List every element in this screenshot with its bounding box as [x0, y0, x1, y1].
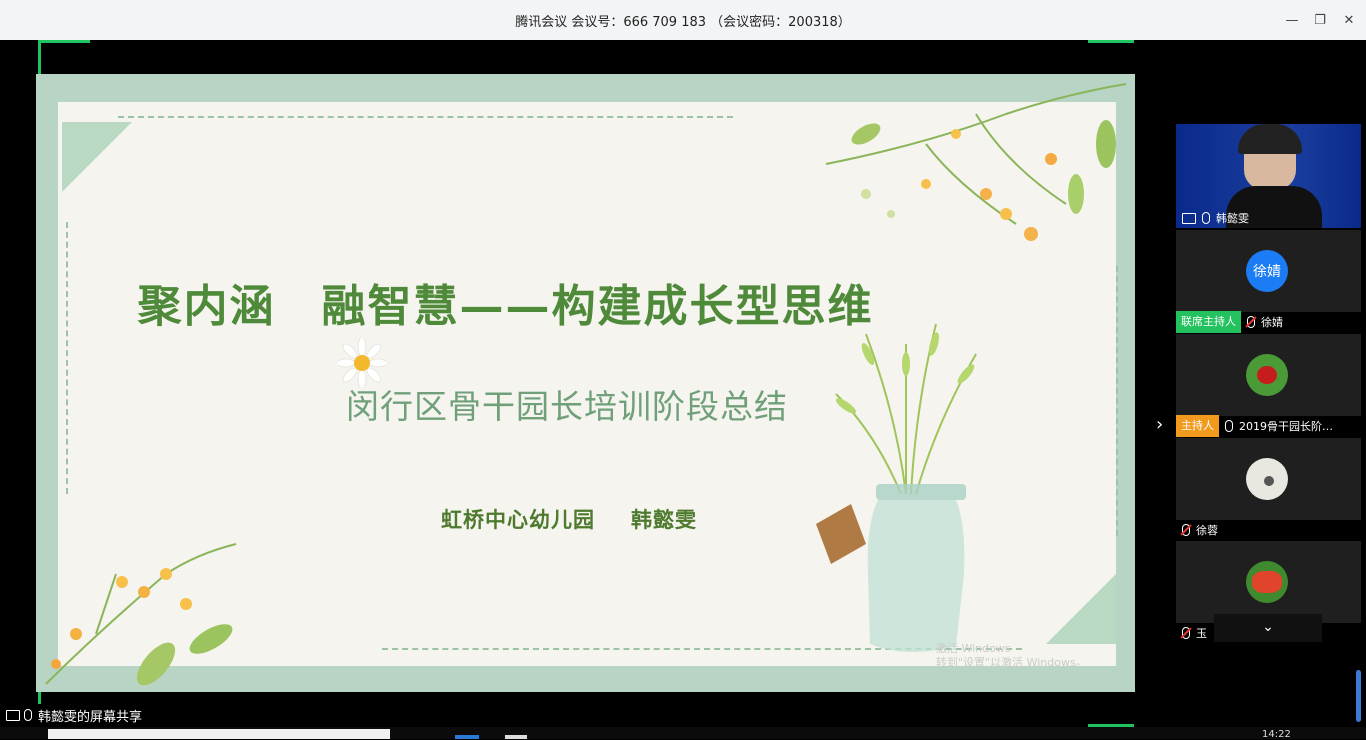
slide-subtitle: 闵行区骨干园长培训阶段总结 — [346, 387, 788, 426]
participant-namebar: 联席主持人 徐婧 — [1176, 311, 1361, 333]
restore-icon[interactable]: ❐ — [1310, 10, 1330, 30]
author-name: 韩懿雯 — [631, 507, 697, 532]
cherry-avatar-image — [1257, 366, 1277, 384]
participant-name: 徐婧 — [1261, 316, 1283, 329]
participant-tile[interactable] — [1176, 541, 1361, 623]
share-frame-corner — [38, 40, 90, 43]
taskbar-app-icon[interactable] — [455, 735, 479, 739]
taskbar-search-box[interactable] — [48, 729, 390, 739]
avatar — [1246, 561, 1288, 603]
participant-name: 韩懿雯 — [1216, 212, 1249, 225]
corner-triangle-decoration — [62, 122, 132, 192]
floral-branch-decoration — [825, 83, 1127, 241]
minimize-icon[interactable]: — — [1282, 10, 1302, 30]
screen-share-icon — [1182, 212, 1196, 224]
muted-microphone-icon — [1247, 316, 1255, 328]
participant-video-tile[interactable]: 韩懿雯 — [1176, 124, 1361, 228]
school-name: 虹桥中心幼儿园 — [441, 507, 595, 532]
chevron-right-icon[interactable]: › — [1156, 414, 1163, 435]
avatar-image-detail — [1264, 476, 1274, 486]
participant-name: 2019骨干园长阶… — [1239, 420, 1333, 433]
window-title: 腾讯会议 会议号：666 709 183 （会议密码：200318） — [515, 15, 851, 30]
share-frame-corner — [1088, 40, 1134, 43]
vase-plant-illustration — [816, 323, 977, 653]
share-status-bar: 韩懿雯的屏幕共享 — [0, 704, 142, 726]
participant-namebar: 徐蓉 — [1176, 519, 1361, 541]
avatar: 徐婧 — [1246, 250, 1288, 292]
windows-activation-watermark: 激活 Windows 转到"设置"以激活 Windows。 — [936, 642, 1087, 670]
avatar — [1246, 458, 1288, 500]
shared-slide: 聚内涵 融智慧——构建成长型思维 闵行区骨干园长培训阶段总结 虹桥中心幼儿园 韩懿… — [36, 74, 1135, 692]
taskbar — [0, 727, 1366, 739]
participant-name: 玉 — [1196, 627, 1207, 640]
share-status-text: 韩懿雯的屏幕共享 — [38, 709, 143, 725]
chevron-down-icon[interactable]: ⌄ — [1214, 614, 1322, 642]
dashed-border — [66, 222, 68, 494]
slide-author: 虹桥中心幼儿园 韩懿雯 — [441, 504, 697, 534]
dashed-border — [118, 116, 733, 118]
host-badge: 主持人 — [1176, 415, 1219, 437]
watermark-line-1: 激活 Windows — [936, 642, 1011, 655]
participant-name: 徐蓉 — [1196, 524, 1218, 537]
microphone-icon — [1225, 420, 1233, 432]
meeting-stage: 聚内涵 融智慧——构建成长型思维 闵行区骨干园长培训阶段总结 虹桥中心幼儿园韩懿… — [0, 40, 1366, 739]
avatar — [1246, 354, 1288, 396]
muted-microphone-icon — [1182, 524, 1190, 536]
microphone-icon — [1202, 212, 1210, 224]
floral-branch-decoration — [45, 543, 237, 686]
taskbar-app-icon[interactable] — [505, 735, 527, 739]
corner-triangle-decoration — [1046, 574, 1116, 644]
microphone-icon — [24, 709, 32, 721]
slide-title: 聚内涵 融智慧——构建成长型思维 — [137, 281, 874, 332]
co-host-badge: 联席主持人 — [1176, 311, 1241, 333]
muted-microphone-icon — [1182, 627, 1190, 639]
close-icon[interactable]: ✕ — [1339, 10, 1359, 30]
participant-tile[interactable] — [1176, 438, 1361, 520]
system-clock: 14:22 — [1262, 729, 1291, 740]
panel-scrollbar[interactable] — [1356, 670, 1361, 722]
participant-tile[interactable]: 徐婧 — [1176, 230, 1361, 312]
title-bar: 腾讯会议 会议号：666 709 183 （会议密码：200318） — ❐ ✕ — [0, 0, 1366, 40]
screen-share-icon — [6, 709, 20, 721]
participant-tile[interactable] — [1176, 334, 1361, 416]
participant-namebar: 韩懿雯 — [1176, 208, 1249, 228]
watermark-line-2: 转到"设置"以激活 Windows。 — [936, 656, 1087, 669]
berries-avatar-image — [1252, 571, 1282, 593]
participant-namebar: 主持人 2019骨干园长阶… — [1176, 415, 1361, 437]
